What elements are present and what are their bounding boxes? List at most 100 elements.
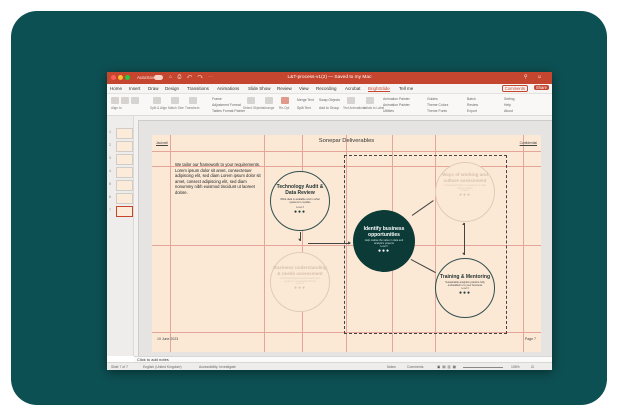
zoom-level[interactable]: 106% (511, 365, 520, 369)
view-mode-icons[interactable]: ▣▤▥▦ (437, 365, 458, 369)
about-button[interactable]: About (504, 109, 513, 113)
slide-thumbnail[interactable] (116, 128, 133, 139)
slide-thumbnails-pane: 1 2 3 4 5 6 7 (107, 116, 134, 356)
align-grid-icon[interactable] (131, 97, 139, 104)
zoom-slider[interactable] (463, 367, 503, 368)
circle-title: Technology Audit & Data Review (276, 184, 324, 196)
slide-title[interactable]: Sonepar Deliverables (152, 138, 541, 144)
frame-button[interactable]: Frame (212, 97, 222, 101)
comments-button[interactable]: Comments (501, 85, 528, 92)
tab-draw[interactable]: Draw (148, 86, 159, 91)
slide-thumbnail[interactable] (116, 180, 133, 191)
slide-body-text[interactable]: We tailor our framework to your requirem… (175, 162, 261, 196)
title-bar: AutoSave ⌂ ⎙ ↶ ↷ ⋯ L&T-process-v1(2) — S… (107, 72, 552, 84)
arrange-icon[interactable] (265, 97, 273, 104)
circle-identify-opportunities[interactable]: Identify business opportunities Help rea… (353, 210, 415, 272)
tab-slide-show[interactable]: Slide Show (248, 86, 271, 91)
tab-design[interactable]: Design (165, 86, 179, 91)
thumbnail-number: 2 (109, 143, 111, 147)
tab-brightslide[interactable]: BrightSlide (368, 86, 390, 92)
circle-business-understanding[interactable]: Business understanding & needs assessmen… (270, 252, 330, 312)
shapes-icon[interactable] (281, 97, 289, 104)
tab-review[interactable]: Review (277, 86, 292, 91)
circle-subtitle: Help realise the value in data and analy… (364, 239, 404, 245)
align-icon[interactable] (111, 97, 119, 104)
split-text-button[interactable]: Split Text (297, 106, 311, 110)
circle-title: Training & Mentoring (440, 274, 490, 280)
thumbnail-number: 3 (109, 156, 111, 160)
slide-thumbnail[interactable] (116, 141, 133, 152)
slide-date: 19 June 2023 (157, 337, 179, 341)
batch-button[interactable]: Batch (467, 97, 476, 101)
tab-acrobat[interactable]: Acrobat (345, 86, 361, 91)
help-button[interactable]: Help (504, 103, 511, 107)
tab-transitions[interactable]: Transitions (187, 86, 209, 91)
horizontal-ruler (134, 116, 552, 121)
ribbon-group-label: Transform (185, 106, 200, 110)
status-bar: Slide 7 of 7 English (United Kingdom) Ac… (107, 362, 552, 370)
vertical-ruler (134, 120, 139, 356)
circle-subtitle: What data is available and in what syste… (280, 198, 320, 204)
circle-technology-audit[interactable]: Technology Audit & Data Review What data… (270, 171, 330, 231)
slide-canvas[interactable]: Jacknell Sonepar Deliverables Confidenti… (152, 135, 541, 352)
thumbnail-number: 7 (109, 208, 111, 212)
split-align-icon[interactable] (153, 97, 161, 104)
level-dots-icon: ●●● (293, 209, 307, 215)
text-animations-icon[interactable] (347, 97, 355, 104)
fit-slide-icon[interactable]: ⊡ (531, 365, 534, 369)
tab-recording[interactable]: Recording (316, 86, 337, 91)
theme-fonts-button[interactable]: Theme Fonts (427, 109, 447, 113)
setting-button[interactable]: Setting (504, 97, 515, 101)
guide-line (264, 135, 265, 352)
thumbnail-number: 4 (109, 169, 111, 173)
document-title: L&T-process-v1(2) — Saved to my Mac (287, 75, 372, 80)
transform-icon[interactable] (189, 97, 197, 104)
circle-training-mentoring[interactable]: Training & Mentoring Sustainable analyti… (435, 258, 495, 318)
tab-tell-me[interactable]: Tell me (399, 86, 413, 91)
adjustment-format-button[interactable]: Adjustment Format (212, 103, 241, 107)
slide-thumbnail-selected[interactable] (116, 206, 133, 217)
merge-text-button[interactable]: Merge Text (297, 98, 314, 102)
export-button[interactable]: Export (467, 109, 477, 113)
tab-insert[interactable]: Insert (129, 86, 140, 91)
theme-colors-button[interactable]: Theme Colors (427, 103, 448, 107)
circle-subtitle: Sustainable analytics practice fully emb… (445, 281, 485, 287)
share-button[interactable]: Share (533, 85, 549, 90)
ribbon-group-label: Initials to Label (363, 106, 385, 110)
ribbon: Align to Split & Align Match Size Transf… (107, 94, 552, 116)
select-objects-icon[interactable] (247, 97, 255, 104)
comments-toggle[interactable]: Comments (407, 365, 423, 369)
initials-icon[interactable] (366, 97, 374, 104)
guides-button[interactable]: Guides (427, 97, 438, 101)
tab-view[interactable]: View (299, 86, 309, 91)
menu-bar: Home Insert Draw Design Transitions Anim… (107, 84, 552, 94)
tables-format-button[interactable]: Tables Format Painter (212, 109, 245, 113)
review-button[interactable]: Review (467, 103, 478, 107)
thumbnail-number: 6 (109, 195, 111, 199)
match-size-icon[interactable] (171, 97, 179, 104)
animation-painter-button[interactable]: Animation Painter (383, 97, 410, 101)
utilities-button[interactable]: Utilities (383, 109, 394, 113)
arrow-down-icon: ▼ (461, 251, 466, 256)
add-to-group-button[interactable]: Add to Group (319, 106, 339, 110)
distribute-icon[interactable] (121, 97, 129, 104)
language-status[interactable]: English (United Kingdom) (143, 365, 181, 369)
notes-toggle[interactable]: Notes (387, 365, 396, 369)
tab-home[interactable]: Home (110, 86, 122, 91)
guide-line (170, 135, 171, 352)
slide-thumbnail[interactable] (116, 193, 133, 204)
swap-objects-button[interactable]: Swap Objects (319, 98, 340, 102)
animation-painter-2-button[interactable]: Animation Painter (383, 103, 410, 107)
level-dots-icon: ●●● (458, 192, 472, 199)
ribbon-group-label: Arrange (263, 106, 275, 110)
arrow-down-icon: ▼ (297, 237, 302, 242)
ribbon-group-label: Split & Align (150, 106, 168, 110)
slide-header-right: Confidential (519, 141, 537, 145)
accessibility-status[interactable]: Accessibility: Investigate (199, 365, 236, 369)
titlebar-right-icons[interactable]: ⚲ ☺ (524, 74, 546, 80)
slide-thumbnail[interactable] (116, 154, 133, 165)
slide-counter: Slide 7 of 7 (111, 365, 128, 369)
circle-ways-of-working[interactable]: Ways of working and culture assessment U… (435, 162, 495, 222)
tab-animations[interactable]: Animations (217, 86, 239, 91)
slide-thumbnail[interactable] (116, 167, 133, 178)
